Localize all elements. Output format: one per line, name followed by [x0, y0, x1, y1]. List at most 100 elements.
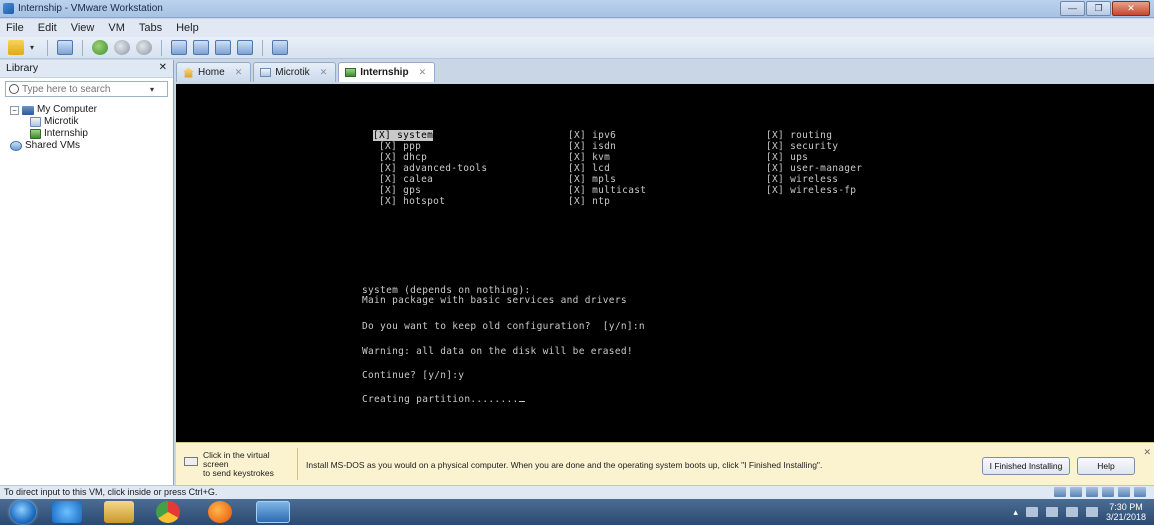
signal-icon[interactable]	[1065, 507, 1078, 517]
firefox-icon[interactable]	[208, 501, 232, 523]
running-vm-icon	[30, 129, 41, 139]
close-tab-icon[interactable]: ✕	[419, 67, 427, 78]
unity-icon[interactable]	[237, 40, 253, 55]
library-title: Library	[6, 62, 39, 74]
vm-tab-bar: Home ✕ Microtik ✕ Internship ✕	[176, 62, 436, 82]
chevron-down-icon[interactable]: ▾	[150, 85, 154, 94]
menu-tabs[interactable]: Tabs	[139, 22, 162, 34]
tree-item-label: Internship	[44, 128, 88, 139]
close-tab-icon[interactable]: ✕	[320, 67, 328, 78]
network-adapter-icon[interactable]	[1102, 487, 1114, 497]
menu-vm[interactable]: VM	[108, 22, 125, 34]
menu-help[interactable]: Help	[176, 22, 199, 34]
tab-internship[interactable]: Internship ✕	[338, 62, 436, 82]
tab-microtik[interactable]: Microtik ✕	[253, 62, 337, 82]
package-item: [X] ppp	[379, 141, 422, 152]
tray-expand-icon[interactable]: ▴	[1013, 507, 1018, 518]
search-icon	[9, 84, 19, 94]
help-button[interactable]: Help	[1077, 457, 1135, 475]
start-button[interactable]	[10, 500, 36, 524]
close-tab-icon[interactable]: ✕	[235, 67, 243, 78]
menu-edit[interactable]: Edit	[38, 22, 57, 34]
package-item: [X] mpls	[568, 174, 617, 185]
usb-icon[interactable]	[1118, 487, 1130, 497]
package-item: [X] ipv6	[568, 130, 617, 141]
tab-label: Microtik	[275, 67, 310, 78]
close-library-icon[interactable]: ✕	[159, 62, 167, 73]
toolbar-divider	[82, 39, 83, 56]
snapshot-manager-icon[interactable]	[136, 40, 152, 55]
network-adapter-icon[interactable]	[1086, 487, 1098, 497]
tab-home[interactable]: Home ✕	[176, 62, 252, 82]
tree-item-my-computer[interactable]: − My Computer	[10, 104, 173, 116]
close-infobar-icon[interactable]: ✕	[1143, 447, 1151, 458]
tree-item-internship[interactable]: Internship	[10, 128, 173, 140]
cd-drive-icon[interactable]	[1070, 487, 1082, 497]
package-description-text: Main package with basic services and dri…	[362, 295, 627, 306]
package-item: [X] ups	[766, 152, 809, 163]
tree-item-microtik[interactable]: Microtik	[10, 116, 173, 128]
vm-icon	[260, 68, 272, 77]
library-header: Library ✕	[0, 60, 173, 78]
package-item: [X] wireless-fp	[766, 185, 857, 196]
message-log-icon[interactable]	[1134, 487, 1146, 497]
clock-time: 7:30 PM	[1109, 502, 1143, 512]
package-item: [X] isdn	[568, 141, 617, 152]
hard-disk-icon[interactable]	[1054, 487, 1066, 497]
vm-console-screen[interactable]: [X] system [X] ppp [X] dhcp [X] advanced…	[176, 84, 1154, 442]
maximize-button[interactable]: ❐	[1086, 1, 1111, 16]
package-item: [X] multicast	[568, 185, 647, 196]
running-vm-icon	[345, 68, 357, 77]
full-screen-icon[interactable]	[215, 40, 231, 55]
toolbar-divider	[161, 39, 162, 56]
windows-taskbar: ▴ 7:30 PM 3/21/2018	[0, 499, 1154, 525]
console-view-icon[interactable]	[272, 40, 288, 55]
window-title: Internship - VMware Workstation	[18, 3, 163, 14]
clock-date: 3/21/2018	[1105, 512, 1146, 522]
computer-icon	[22, 105, 34, 115]
send-ctrl-alt-del-icon[interactable]	[57, 40, 73, 55]
library-search-input[interactable]	[22, 83, 147, 95]
thumbnail-bar-icon[interactable]	[193, 40, 209, 55]
close-window-button[interactable]: ✕	[1112, 1, 1150, 16]
toolbar-divider	[262, 39, 263, 56]
tree-item-label: My Computer	[37, 104, 98, 115]
package-item: [X] hotspot	[379, 196, 446, 207]
package-item: [X] dhcp	[379, 152, 428, 163]
vmware-taskbar-icon[interactable]	[256, 501, 290, 523]
battery-icon[interactable]	[1045, 507, 1058, 517]
library-search[interactable]: ▾	[5, 81, 168, 97]
snapshot-icon[interactable]	[92, 40, 108, 55]
chrome-icon[interactable]	[156, 501, 180, 523]
package-item: [X] advanced-tools	[379, 163, 488, 174]
finished-installing-button[interactable]: I Finished Installing	[982, 457, 1070, 475]
package-item: [X] ntp	[568, 196, 611, 207]
home-icon	[183, 67, 194, 78]
system-clock[interactable]: 7:30 PM 3/21/2018	[1106, 502, 1146, 522]
show-library-icon[interactable]	[171, 40, 187, 55]
volume-icon[interactable]	[1085, 507, 1098, 517]
tree-item-shared-vms[interactable]: Shared VMs	[10, 140, 173, 152]
status-text: To direct input to this VM, click inside…	[4, 487, 218, 497]
power-pause-icon[interactable]	[8, 40, 24, 55]
internet-explorer-icon[interactable]	[52, 501, 82, 523]
keep-config-prompt: Do you want to keep old configuration? […	[362, 321, 645, 332]
install-info-bar: Click in the virtual screen to send keys…	[176, 442, 1154, 485]
tab-label: Internship	[360, 67, 409, 78]
package-item: [X] calea	[379, 174, 434, 185]
vmware-app-icon	[3, 3, 14, 14]
window-controls: — ❐ ✕	[1060, 1, 1150, 16]
menu-file[interactable]: File	[6, 22, 24, 34]
click-hint-line1: Click in the virtual screen	[203, 450, 270, 469]
menu-view[interactable]: View	[71, 22, 95, 34]
collapse-icon[interactable]: −	[10, 105, 19, 115]
action-center-icon[interactable]	[1025, 507, 1038, 517]
package-item: [X] security	[766, 141, 839, 152]
install-message: Install MS-DOS as you would on a physica…	[306, 460, 823, 470]
tab-label: Home	[198, 67, 225, 78]
erase-warning: Warning: all data on the disk will be er…	[362, 346, 633, 357]
revert-snapshot-icon[interactable]	[114, 40, 130, 55]
chevron-down-icon[interactable]: ▾	[30, 43, 38, 52]
minimize-button[interactable]: —	[1060, 1, 1085, 16]
file-explorer-icon[interactable]	[104, 501, 134, 523]
